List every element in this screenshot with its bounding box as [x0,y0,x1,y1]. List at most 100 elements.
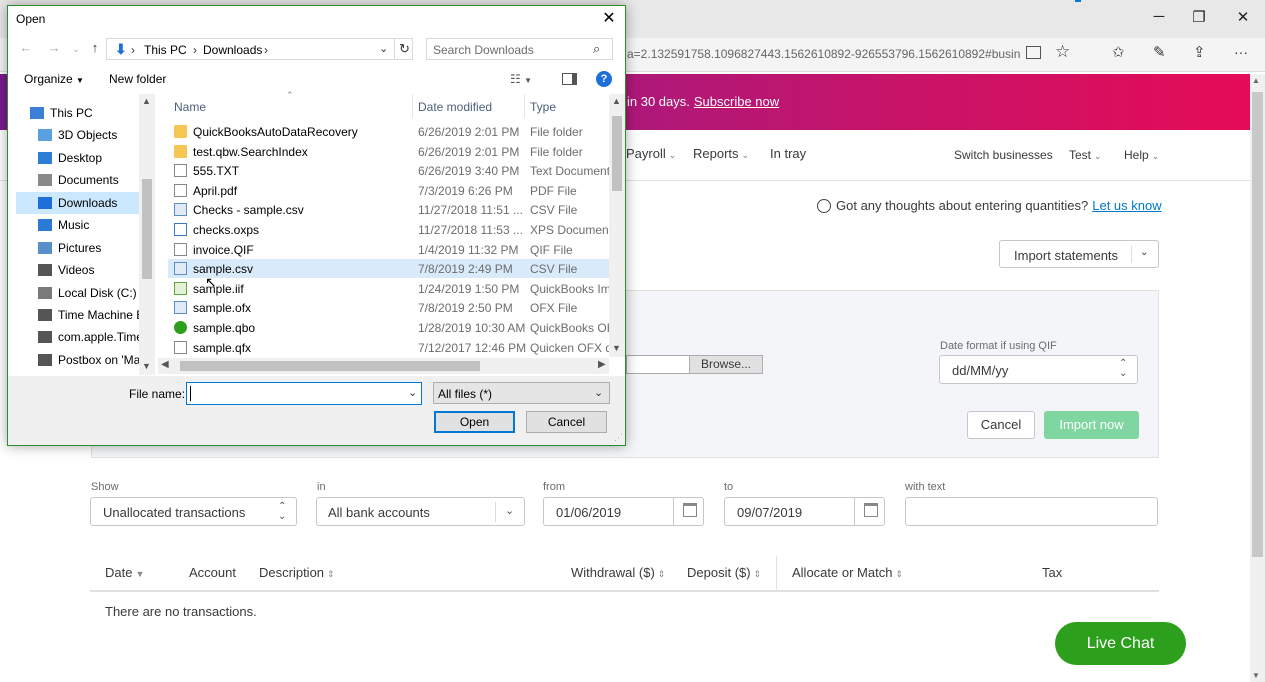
scroll-up-icon[interactable]: ▲ [1252,76,1260,85]
nav-item-postbox-on-mac[interactable]: Postbox on 'Mac [16,349,148,371]
file-row[interactable]: Checks - sample.csv 11/27/2018 11:51 ... C… [168,200,609,219]
nav-scroll-thumb[interactable] [142,179,152,279]
file-vscrollbar[interactable] [609,94,625,357]
restore-button[interactable]: ❐ [1184,8,1214,26]
browse-button[interactable]: Browse... [689,355,763,374]
col-date-modified-header[interactable]: Date modified [418,100,492,114]
browse-file-field[interactable] [626,355,690,374]
from-date-input[interactable]: 01/06/2019 [543,497,704,526]
nav-item-music[interactable]: Music [16,214,148,236]
resize-grip-icon[interactable]: ⋰ [614,432,623,443]
import-now-button[interactable]: Import now [1044,411,1139,439]
file-row[interactable]: sample.csv 7/8/2019 2:49 PM CSV File [168,259,609,279]
favorites-list-icon[interactable]: ✩ [1112,43,1125,61]
file-row[interactable]: sample.qfx 7/12/2017 12:46 PM Quicken OFX … [168,338,610,357]
with-text-input[interactable] [905,497,1158,526]
nav-test[interactable]: Test ⌄ [1069,148,1102,162]
recent-locations-icon[interactable]: ⌄ [66,44,86,55]
file-row[interactable]: sample.iif 1/24/2019 1:50 PM QuickBooks Im… [168,279,610,298]
nav-item-this-pc[interactable]: This PC [8,102,140,124]
live-chat-button[interactable]: Live Chat [1055,622,1186,665]
view-options-icon[interactable]: ☷ ▼ [510,72,532,86]
help-icon[interactable]: ? [596,71,612,87]
refresh-icon[interactable]: ↻ [399,41,410,57]
file-row[interactable]: April.pdf 7/3/2019 6:26 PM PDF File [168,181,609,200]
open-button[interactable]: Open [434,411,515,433]
calendar-icon[interactable] [683,503,697,517]
file-vscroll-thumb[interactable] [612,116,622,191]
switch-businesses-link[interactable]: Switch businesses [954,148,1053,162]
file-row[interactable]: 555.TXT 6/26/2019 3:40 PM Text Document [168,161,610,180]
organize-button[interactable]: Organize ▼ [24,72,84,86]
nav-reports[interactable]: Reports ⌄ [693,146,749,161]
subscribe-link[interactable]: Subscribe now [694,94,779,109]
import-statements-button[interactable]: Import statements ⌄ [999,240,1159,268]
nav-item-desktop[interactable]: Desktop [16,147,148,169]
col-type-header[interactable]: Type [530,100,556,114]
nav-item-pictures[interactable]: Pictures [16,237,148,259]
forward-arrow-icon[interactable]: → [44,40,64,55]
nav-scrollbar[interactable] [139,94,155,375]
col-name-header[interactable]: Name [174,100,206,114]
favorite-star-icon[interactable]: ☆ [1055,42,1070,62]
col-deposit[interactable]: Deposit ($) ⇕ [687,565,761,580]
file-name-input[interactable] [186,382,422,405]
file-row[interactable]: sample.ofx 7/8/2019 2:50 PM OFX File [168,298,609,317]
scroll-down-icon[interactable]: ▼ [142,361,151,371]
scroll-up-icon[interactable]: ▲ [612,96,621,106]
chevron-down-icon[interactable]: ⌄ [1140,247,1148,258]
preview-pane-icon[interactable] [562,73,577,85]
file-row[interactable]: checks.oxps 11/27/2018 11:53 ... XPS Docum… [168,220,610,239]
nav-item-documents[interactable]: Documents [16,169,148,191]
nav-item-3d-objects[interactable]: 3D Objects [16,124,148,146]
scroll-down-icon[interactable]: ▼ [612,343,621,353]
date-format-select[interactable]: dd/MM/yy ⌃ ⌄ [939,355,1138,384]
col-account[interactable]: Account [189,565,236,580]
scroll-up-icon[interactable]: ▲ [142,96,151,106]
more-menu-button[interactable]: ··· [1234,44,1248,60]
nav-item-time-machine-b[interactable]: Time Machine B [16,304,148,326]
account-select[interactable]: All bank accounts ⌄ [316,497,525,526]
col-date[interactable]: Date ▼ [105,565,144,580]
scroll-right-icon[interactable]: ▶ [598,359,606,370]
calendar-icon[interactable] [864,503,878,517]
reading-view-icon[interactable] [1026,46,1041,59]
import-cancel-button[interactable]: Cancel [967,411,1035,439]
dialog-titlebar[interactable] [8,6,625,32]
nav-item-com-apple-time[interactable]: com.apple.Time [16,326,148,348]
nav-in-tray[interactable]: In tray [770,146,806,161]
col-withdrawal[interactable]: Withdrawal ($) ⇕ [571,565,665,580]
let-us-know-link[interactable]: Let us know [1092,198,1161,213]
nav-item-videos[interactable]: Videos [16,259,148,281]
chevron-down-icon[interactable]: ⌄ [408,386,417,399]
search-input[interactable]: Search Downloads ⌕ [426,38,613,60]
close-browser-button[interactable]: ✕ [1228,8,1258,26]
col-description[interactable]: Description ⇕ [259,565,335,580]
new-folder-button[interactable]: New folder [109,72,166,86]
file-row[interactable]: sample.qbo 1/28/2019 10:30 AM QuickBooks O… [168,318,610,337]
scroll-left-icon[interactable]: ◀ [161,359,169,370]
col-allocate[interactable]: Allocate or Match ⇕ [792,565,903,580]
pen-icon[interactable]: ✎ [1153,43,1166,61]
nav-item-local-disk-c[interactable]: Local Disk (C:) [16,282,148,304]
path-breadcrumb[interactable]: ⬇ › This PC › Downloads › ⌄ ↻ [106,38,413,60]
minimize-button[interactable]: ─ [1144,8,1174,25]
nav-payroll[interactable]: Payroll ⌄ [626,146,676,161]
up-arrow-icon[interactable]: ↑ [85,40,105,55]
file-row[interactable]: test.qbw.SearchIndex 6/26/2019 2:01 PM Fil… [168,142,609,161]
file-row[interactable]: invoice.QIF 1/4/2019 11:32 PM QIF File [168,240,609,259]
breadcrumb-this-pc[interactable]: This PC [144,43,187,57]
nav-help[interactable]: Help ⌄ [1124,148,1159,162]
to-date-input[interactable]: 09/07/2019 [724,497,885,526]
nav-item-downloads[interactable]: Downloads [16,192,148,214]
back-arrow-icon[interactable]: ← [16,40,36,55]
page-scrollbar[interactable] [1250,74,1265,682]
share-icon[interactable]: ⇪ [1193,43,1206,61]
page-scroll-thumb[interactable] [1252,92,1263,557]
show-select[interactable]: Unallocated transactions ⌃ ⌄ [90,497,297,526]
file-hscroll-thumb[interactable] [180,361,480,371]
file-type-select[interactable]: All files (*) ⌄ [433,382,610,404]
dialog-cancel-button[interactable]: Cancel [526,411,607,433]
file-row[interactable]: QuickBooksAutoDataRecovery 6/26/2019 2:01… [168,122,609,141]
url-text[interactable]: a=2.132591758.1096827443.1562610892-9265… [627,47,1020,61]
